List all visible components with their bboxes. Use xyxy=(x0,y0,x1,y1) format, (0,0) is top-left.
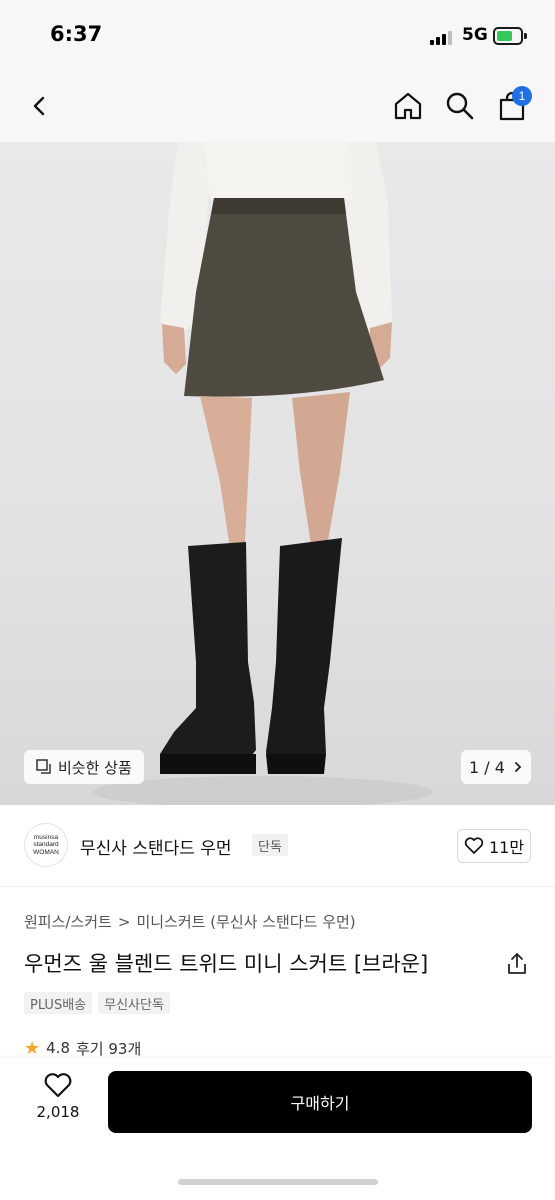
brand-name[interactable]: 무신사 스탠다드 우먼 xyxy=(80,834,232,859)
buy-button[interactable]: 구매하기 xyxy=(108,1071,532,1133)
back-icon[interactable] xyxy=(20,86,60,126)
share-icon[interactable] xyxy=(503,950,531,978)
cart-count-badge: 1 xyxy=(512,86,532,106)
exclusive-badge: 단독 xyxy=(252,834,288,856)
breadcrumb-category[interactable]: 원피스/스커트 xyxy=(24,911,112,932)
brand-row: musinsa standard WOMAN 무신사 스탠다드 우먼 단독 11… xyxy=(0,805,555,887)
home-indicator xyxy=(178,1179,378,1185)
wishlist-count: 2,018 xyxy=(36,1103,80,1121)
product-image-carousel[interactable]: 비슷한 상품 1 / 4 xyxy=(0,142,555,805)
product-photo xyxy=(92,142,432,805)
breadcrumb-separator: > xyxy=(117,912,131,931)
brand-logo-line3: WOMAN xyxy=(33,848,59,856)
similar-icon xyxy=(36,759,51,774)
breadcrumb-subcategory[interactable]: 미니스커트 (무신사 스탠다드 우먼) xyxy=(136,911,355,932)
chevron-right-icon xyxy=(515,762,522,772)
brand-logo-line2: standard xyxy=(33,841,59,849)
home-icon[interactable] xyxy=(388,86,428,126)
brand-logo[interactable]: musinsa standard WOMAN xyxy=(24,823,68,867)
battery-tip xyxy=(524,33,527,39)
image-pager[interactable]: 1 / 4 xyxy=(461,750,531,784)
search-icon[interactable] xyxy=(440,86,480,126)
network-label: 5G xyxy=(462,25,488,45)
rating-row[interactable]: ★ 4.8 후기 93개 xyxy=(24,1038,141,1058)
heart-outline-icon xyxy=(44,1073,72,1098)
review-count: 후기 93개 xyxy=(76,1039,142,1058)
battery-icon xyxy=(493,27,523,45)
star-icon: ★ xyxy=(24,1038,41,1058)
similar-products-button[interactable]: 비슷한 상품 xyxy=(24,750,144,784)
tag-plus-delivery: PLUS배송 xyxy=(24,992,93,1014)
brand-like-button[interactable]: 11만 xyxy=(457,829,531,863)
tag-musinsa-exclusive: 무신사단독 xyxy=(98,992,170,1014)
status-time: 6:37 xyxy=(50,22,103,46)
rating-value: 4.8 xyxy=(46,1039,70,1057)
signal-icon xyxy=(430,29,456,45)
brand-like-count: 11만 xyxy=(488,838,525,857)
similar-products-label: 비슷한 상품 xyxy=(58,758,132,777)
wishlist-button[interactable]: 2,018 xyxy=(24,1072,92,1136)
heart-icon xyxy=(464,837,484,854)
top-nav: 1 xyxy=(0,72,555,142)
bottom-action-bar: 2,018 구매하기 xyxy=(0,1058,555,1200)
breadcrumb: 원피스/스커트 > 미니스커트 (무신사 스탠다드 우먼) xyxy=(24,911,356,932)
page-indicator: 1 / 4 xyxy=(469,757,505,777)
cart-icon[interactable]: 1 xyxy=(492,86,532,126)
product-tags: PLUS배송 무신사단독 xyxy=(24,992,170,1014)
status-bar: 6:37 5G xyxy=(0,0,555,72)
brand-logo-line1: musinsa xyxy=(33,833,59,841)
product-title: 우먼즈 울 블렌드 트위드 미니 스커트 [브라운] xyxy=(24,952,429,976)
